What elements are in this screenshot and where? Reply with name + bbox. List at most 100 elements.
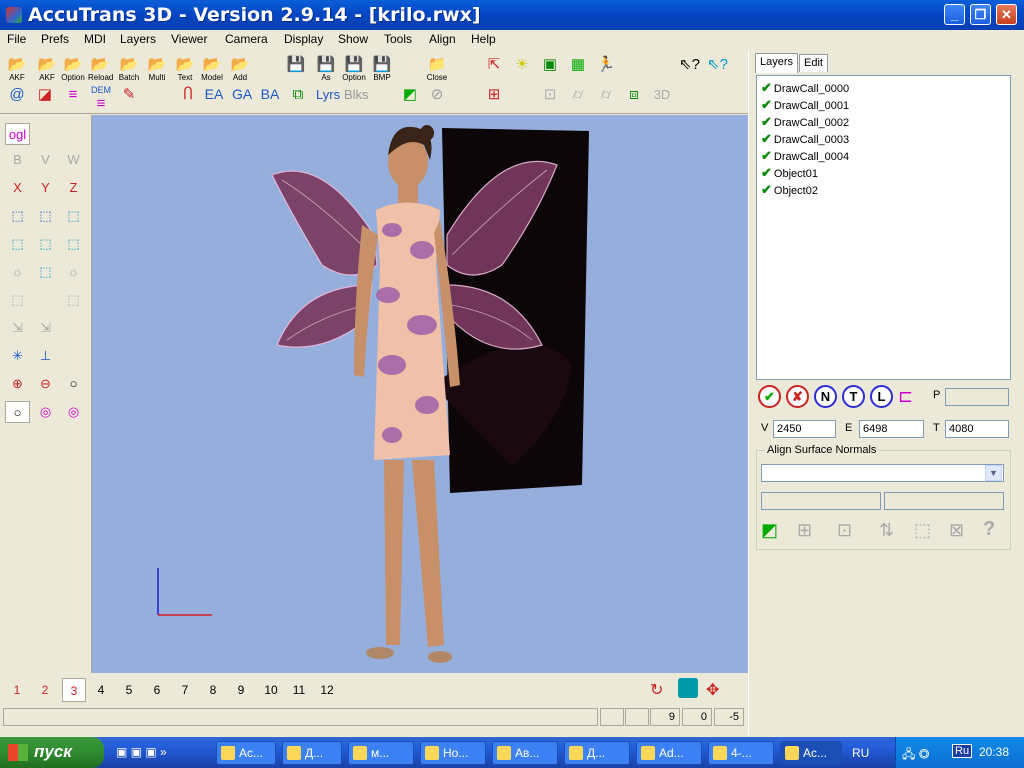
minimize-button[interactable]: _ xyxy=(944,4,965,25)
cube-a-button[interactable]: ⬚ xyxy=(33,205,58,227)
reload-button[interactable]: 📂 Reload xyxy=(88,56,113,82)
rotate-v-button[interactable]: V xyxy=(33,149,58,171)
check-icon[interactable]: ✔ xyxy=(761,182,772,197)
close-file-button[interactable]: 📁 Close xyxy=(425,56,449,82)
zoom-in-button[interactable]: ⊕ xyxy=(5,373,30,395)
page-12[interactable]: 12 xyxy=(316,683,338,697)
ba-button[interactable]: BA xyxy=(258,86,282,103)
check-icon[interactable]: ✔ xyxy=(761,114,772,129)
scale-b-button[interactable]: ⇲ xyxy=(33,317,58,339)
task-item[interactable]: 4-... xyxy=(708,741,774,765)
text-button[interactable]: 📂 Text xyxy=(173,56,197,82)
option-button[interactable]: 📂 Option xyxy=(61,56,85,82)
rotate-w-button[interactable]: W xyxy=(61,149,86,171)
cam-rotate-button[interactable]: ↻ xyxy=(650,680,663,700)
quicklaunch-icons[interactable]: ▣ ▣ ▣ » xyxy=(116,745,167,759)
dim3-button[interactable]: ⌭ xyxy=(594,86,618,103)
material-button[interactable]: ▦ xyxy=(566,56,590,73)
list-item[interactable]: ✔ DrawCall_0003 xyxy=(761,131,849,147)
disabled-button[interactable]: ⊘ xyxy=(425,86,449,103)
open-button[interactable]: 📂 AKF xyxy=(5,56,29,82)
check-all-button[interactable]: ✔ xyxy=(758,385,781,408)
task-item[interactable]: Ac... xyxy=(216,741,276,765)
select-rect-button[interactable]: ⬚ xyxy=(5,289,30,311)
page-11[interactable]: 11 xyxy=(288,683,310,697)
menu-camera[interactable]: Camera xyxy=(225,32,268,46)
rgb-button[interactable]: ◩ xyxy=(398,86,422,103)
menu-viewer[interactable]: Viewer xyxy=(171,32,207,46)
align-apply-button[interactable]: ◩ xyxy=(761,520,778,541)
tab-edit[interactable]: Edit xyxy=(799,54,828,72)
page-4[interactable]: 4 xyxy=(92,683,110,697)
task-item[interactable]: Ad... xyxy=(636,741,702,765)
save-button[interactable]: 💾 xyxy=(284,56,308,73)
cubes-button[interactable]: ⧉ xyxy=(286,86,310,103)
rotate-z-button[interactable]: Z xyxy=(61,177,86,199)
batch-button[interactable]: 📂 Batch xyxy=(117,56,141,82)
task-item[interactable]: м... xyxy=(348,741,414,765)
menu-mdi[interactable]: MDI xyxy=(84,32,106,46)
axis-z-button[interactable]: ⊥ xyxy=(33,345,58,367)
check-icon[interactable]: ✔ xyxy=(761,97,772,112)
magnet-button[interactable]: Ⴖ xyxy=(176,86,200,103)
task-item[interactable]: Ав... xyxy=(492,741,558,765)
chevron-down-icon[interactable]: ▼ xyxy=(985,465,1002,481)
task-item[interactable]: Но... xyxy=(420,741,486,765)
lines-button[interactable]: ≡ xyxy=(61,86,85,103)
zoom-fit-button[interactable]: ○ xyxy=(5,401,30,423)
tab-layers[interactable]: Layers xyxy=(755,53,799,73)
maximize-button[interactable]: ❐ xyxy=(970,4,991,25)
save-option-button[interactable]: 💾 Option xyxy=(342,56,366,82)
page-1[interactable]: 1 xyxy=(8,683,26,697)
close-button[interactable]: ✕ xyxy=(996,4,1017,25)
check-icon[interactable]: ✔ xyxy=(761,148,772,163)
tool-dim-2[interactable]: ☼ xyxy=(61,261,86,283)
3d-button[interactable]: 3D xyxy=(650,86,674,103)
list-item[interactable]: ✔ DrawCall_0004 xyxy=(761,148,849,164)
menu-layers[interactable]: Layers xyxy=(120,32,156,46)
cube-d-button[interactable]: ⬚ xyxy=(33,233,58,255)
save-bmp-button[interactable]: 💾 BMP xyxy=(370,56,394,82)
layer-l-button[interactable]: L xyxy=(870,385,893,408)
align-opt-3[interactable]: ⇅ xyxy=(879,520,894,541)
scale-a-button[interactable]: ⇲ xyxy=(5,317,30,339)
align-opt-4[interactable]: ⬚ xyxy=(914,520,931,541)
title-bar[interactable]: AccuTrans 3D - Version 2.9.14 - [krilo.r… xyxy=(0,0,1024,30)
pencil-button[interactable]: ✎ xyxy=(117,86,141,103)
page-9[interactable]: 9 xyxy=(232,683,250,697)
zoom-button[interactable]: ○ xyxy=(61,373,86,395)
at-button[interactable]: @ xyxy=(5,86,29,103)
boxes-button[interactable]: ⧈ xyxy=(622,86,646,103)
cube-b-button[interactable]: ⬚ xyxy=(61,205,86,227)
light-button[interactable]: ☀ xyxy=(510,56,534,73)
list-item[interactable]: ✔ DrawCall_0001 xyxy=(761,97,849,113)
align-select[interactable] xyxy=(761,464,1004,482)
transform-button[interactable]: ⇱ xyxy=(482,56,506,73)
tool-dim-1[interactable]: ☼ xyxy=(5,261,30,283)
uncheck-all-button[interactable]: ✘ xyxy=(786,385,809,408)
language-indicator[interactable]: RU xyxy=(852,746,869,760)
rotate-x-button[interactable]: X xyxy=(5,177,30,199)
cube-f-button[interactable]: ⬚ xyxy=(33,261,58,283)
list-item[interactable]: ✔ Object02 xyxy=(761,182,818,198)
page-6[interactable]: 6 xyxy=(148,683,166,697)
multi-button[interactable]: 📂 Multi xyxy=(145,56,169,82)
layer-t-button[interactable]: T xyxy=(842,385,865,408)
task-item[interactable]: Д... xyxy=(282,741,342,765)
cube-c-button[interactable]: ⬚ xyxy=(5,233,30,255)
tray-icons[interactable]: 🖧 ◎ xyxy=(902,745,929,766)
layer-n-button[interactable]: N xyxy=(814,385,837,408)
rotate-b-button[interactable]: B xyxy=(5,149,30,171)
page-2[interactable]: 2 xyxy=(36,683,54,697)
model-button[interactable]: 📂 Model xyxy=(200,56,224,82)
grid-button[interactable]: ⊞ xyxy=(482,86,506,103)
align-opt-5[interactable]: ⊠ xyxy=(949,520,964,541)
bounds-button[interactable]: ▣ xyxy=(538,56,562,73)
task-item[interactable]: Д... xyxy=(564,741,630,765)
zoom-out-button[interactable]: ⊖ xyxy=(33,373,58,395)
menu-align[interactable]: Align xyxy=(429,32,456,46)
akf-button[interactable]: 📂 AKF xyxy=(35,56,59,82)
ga-button[interactable]: GA xyxy=(230,86,254,103)
list-item[interactable]: ✔ DrawCall_0000 xyxy=(761,80,849,96)
check-icon[interactable]: ✔ xyxy=(761,165,772,180)
